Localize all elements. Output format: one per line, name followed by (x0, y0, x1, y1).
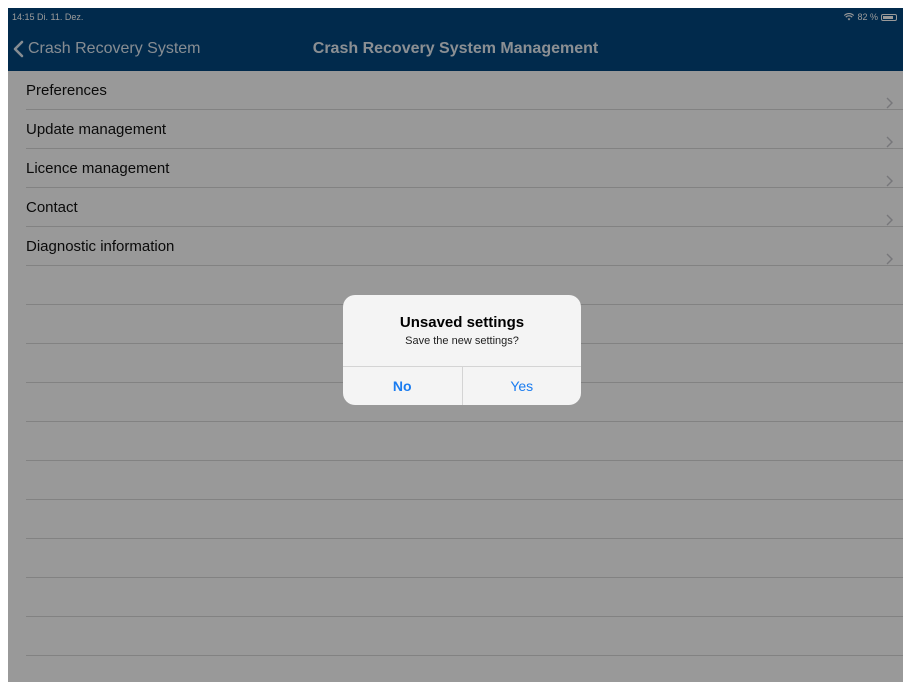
chevron-left-icon (13, 40, 24, 57)
menu-item-label: Preferences (26, 82, 107, 99)
status-indicators: 82 % (844, 8, 897, 26)
chevron-right-icon (886, 163, 893, 187)
navigation-bar: Crash Recovery System Crash Recovery Sys… (8, 26, 903, 71)
alert-message: Save the new settings? (405, 335, 519, 347)
empty-list-row (26, 617, 903, 656)
yes-button[interactable]: Yes (463, 367, 582, 405)
chevron-right-icon (886, 241, 893, 265)
back-button[interactable]: Crash Recovery System (12, 26, 201, 71)
battery-level-fill (883, 15, 893, 19)
menu-item-label: Contact (26, 199, 78, 216)
alert-actions: No Yes (343, 366, 581, 405)
empty-list-row (26, 500, 903, 539)
wifi-icon (844, 13, 855, 21)
menu-item-label: Licence management (26, 160, 170, 177)
empty-list-row (26, 539, 903, 578)
empty-list-row (26, 461, 903, 500)
battery-icon (881, 13, 897, 21)
unsaved-settings-alert: Unsaved settings Save the new settings? … (343, 295, 581, 405)
chevron-right-icon (886, 85, 893, 109)
status-bar: 14:15 Di. 11. Dez. 82 % (8, 8, 903, 26)
no-button[interactable]: No (343, 367, 463, 405)
menu-item-label: Update management (26, 121, 167, 138)
menu-item-label: Diagnostic information (26, 238, 175, 255)
empty-list-row (26, 578, 903, 617)
status-time-date: 14:15 Di. 11. Dez. (12, 12, 84, 22)
menu-item[interactable]: Licence management (26, 149, 903, 188)
empty-list-row (26, 422, 903, 461)
battery-percentage: 82 % (857, 12, 878, 22)
back-button-label: Crash Recovery System (28, 39, 201, 57)
menu-item[interactable]: Preferences (26, 71, 903, 110)
menu-item[interactable]: Update management (26, 110, 903, 149)
ipad-screen: 14:15 Di. 11. Dez. 82 % Crash Recovery S… (8, 8, 903, 682)
menu-item[interactable]: Contact (26, 188, 903, 227)
chevron-right-icon (886, 202, 893, 226)
menu-item[interactable]: Diagnostic information (26, 227, 903, 266)
chevron-right-icon (886, 124, 893, 148)
alert-title: Unsaved settings (399, 314, 525, 331)
